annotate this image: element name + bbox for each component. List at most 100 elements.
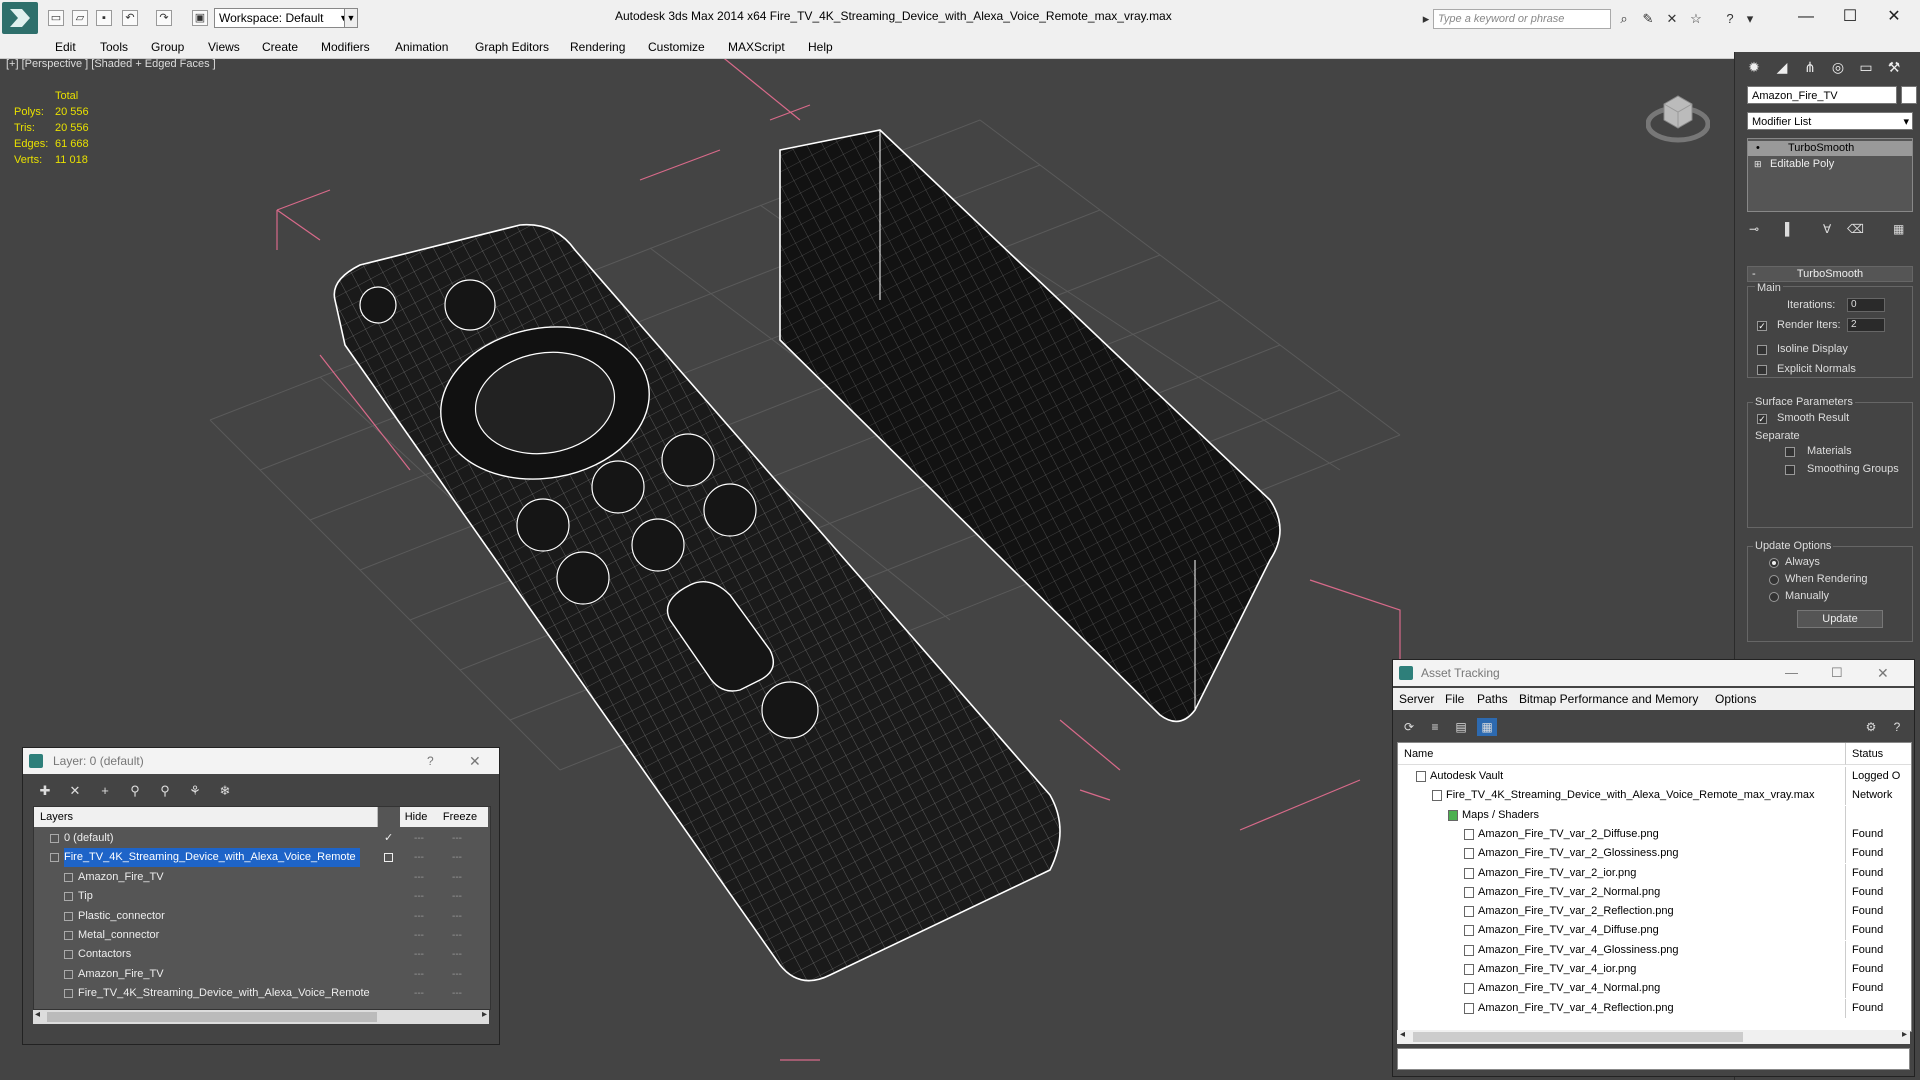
- layer-row[interactable]: Contactors --- ---: [34, 945, 488, 964]
- stack-item-editable-poly[interactable]: ⊞ Editable Poly: [1748, 157, 1912, 172]
- menu-group[interactable]: Group: [151, 40, 184, 54]
- hide-toggle[interactable]: ---: [412, 945, 426, 964]
- freeze-toggle[interactable]: ---: [450, 984, 464, 1003]
- asset-row[interactable]: Amazon_Fire_TV_var_2_ior.png Found: [1398, 863, 1911, 883]
- hide-toggle[interactable]: ---: [412, 887, 426, 906]
- show-end-result-icon[interactable]: ▌: [1785, 222, 1794, 236]
- asset-dialog-titlebar[interactable]: Asset Tracking — ☐ ✕: [1393, 660, 1914, 686]
- asset-menu-paths[interactable]: Paths: [1477, 692, 1508, 706]
- asset-row[interactable]: Amazon_Fire_TV_var_2_Reflection.png Found: [1398, 902, 1911, 922]
- hide-toggle[interactable]: ---: [412, 829, 426, 848]
- render-iters-checkbox[interactable]: ✓: [1757, 321, 1767, 331]
- close-icon[interactable]: ✕: [1877, 660, 1889, 686]
- object-color-swatch[interactable]: [1901, 86, 1917, 104]
- display-tab-icon[interactable]: ▭: [1853, 56, 1879, 78]
- layer-row[interactable]: 0 (default) ✓ --- ---: [34, 829, 488, 848]
- close-icon[interactable]: ✕: [469, 748, 481, 774]
- hide-toggle[interactable]: ---: [412, 984, 426, 1003]
- freeze-all-layers-icon[interactable]: ❄: [215, 782, 235, 800]
- viewport-label-menu[interactable]: [+] [Perspective ] [Shaded + Edged Faces…: [6, 58, 216, 70]
- help-dropdown-icon[interactable]: ▾: [1742, 11, 1758, 27]
- menu-edit[interactable]: Edit: [55, 40, 76, 54]
- utilities-tab-icon[interactable]: ⚒: [1881, 56, 1907, 78]
- asset-row[interactable]: Amazon_Fire_TV_var_4_Reflection.png Found: [1398, 998, 1911, 1018]
- layer-row[interactable]: Plastic_connector --- ---: [34, 907, 488, 926]
- scroll-right-icon[interactable]: ▸: [1902, 1029, 1907, 1040]
- asset-row[interactable]: Amazon_Fire_TV_var_4_ior.png Found: [1398, 960, 1911, 979]
- freeze-toggle[interactable]: ---: [450, 829, 464, 848]
- viewcube-icon[interactable]: [1645, 84, 1711, 148]
- make-current-checkbox[interactable]: [384, 853, 393, 863]
- hide-toggle[interactable]: ---: [412, 848, 426, 867]
- always-radio[interactable]: [1769, 558, 1779, 568]
- scroll-left-icon[interactable]: ◂: [1400, 1029, 1405, 1040]
- menu-animation[interactable]: Animation: [395, 40, 448, 54]
- hide-toggle[interactable]: ---: [412, 868, 426, 887]
- workspace-dropdown[interactable]: Workspace: Default▼: [214, 8, 352, 28]
- freeze-toggle[interactable]: ---: [450, 907, 464, 926]
- redo-icon[interactable]: ↷: [156, 10, 172, 26]
- layer-row[interactable]: Amazon_Fire_TV --- ---: [34, 965, 488, 984]
- scroll-left-icon[interactable]: ◂: [35, 1009, 40, 1020]
- undo-icon[interactable]: ↶: [122, 10, 138, 26]
- turbosmooth-rollout-header[interactable]: - TurboSmooth: [1747, 266, 1913, 282]
- menu-create[interactable]: Create: [262, 40, 298, 54]
- isoline-display-checkbox[interactable]: [1757, 345, 1767, 355]
- menu-tools[interactable]: Tools: [100, 40, 128, 54]
- help-icon[interactable]: ?: [427, 748, 434, 774]
- asset-row[interactable]: Amazon_Fire_TV_var_2_Glossiness.png Found: [1398, 844, 1911, 864]
- menu-graph-editors[interactable]: Graph Editors: [475, 40, 549, 54]
- layer-row[interactable]: Amazon_Fire_TV --- ---: [34, 868, 488, 887]
- freeze-toggle[interactable]: ---: [450, 887, 464, 906]
- freeze-toggle[interactable]: ---: [450, 965, 464, 984]
- asset-menu-file[interactable]: File: [1445, 692, 1464, 706]
- communication-icon[interactable]: ✕: [1664, 11, 1680, 27]
- asset-row[interactable]: Maps / Shaders: [1398, 805, 1911, 825]
- menu-rendering[interactable]: Rendering: [570, 40, 625, 54]
- asset-row[interactable]: Amazon_Fire_TV_var_4_Normal.png Found: [1398, 979, 1911, 999]
- make-unique-icon[interactable]: ∀: [1823, 222, 1831, 236]
- binoculars-icon[interactable]: ⌕: [1616, 11, 1632, 27]
- add-to-layer-icon[interactable]: +: [95, 782, 115, 800]
- menu-help[interactable]: Help: [808, 40, 833, 54]
- help-icon[interactable]: ?: [1722, 11, 1738, 27]
- new-layer-icon[interactable]: ✚: [35, 782, 55, 800]
- object-name-field[interactable]: Amazon_Fire_TV: [1747, 86, 1897, 104]
- maximize-icon[interactable]: ☐: [1831, 660, 1843, 686]
- stack-item-turbosmooth[interactable]: • TurboSmooth: [1748, 141, 1912, 156]
- iterations-spinner[interactable]: 0: [1847, 298, 1885, 312]
- pin-stack-icon[interactable]: ⊸: [1749, 222, 1759, 236]
- layer-row[interactable]: Fire_TV_4K_Streaming_Device_with_Alexa_V…: [34, 984, 488, 1003]
- hide-toggle[interactable]: ---: [412, 926, 426, 945]
- layer-dialog-titlebar[interactable]: Layer: 0 (default) ? ✕: [23, 748, 499, 774]
- scrollbar-thumb[interactable]: [47, 1012, 377, 1022]
- asset-menu-options[interactable]: Options: [1715, 692, 1756, 706]
- freeze-toggle[interactable]: ---: [450, 926, 464, 945]
- manually-radio[interactable]: [1769, 592, 1779, 602]
- menu-customize[interactable]: Customize: [648, 40, 705, 54]
- update-button[interactable]: Update: [1797, 610, 1883, 628]
- lightbulb-icon[interactable]: •: [1756, 141, 1760, 156]
- asset-menu-server[interactable]: Server: [1399, 692, 1434, 706]
- asset-horizontal-scrollbar[interactable]: ◂ ▸: [1397, 1029, 1910, 1044]
- minimize-icon[interactable]: —: [1785, 660, 1798, 686]
- delete-layer-icon[interactable]: ✕: [65, 782, 85, 800]
- quick-access-dropdown[interactable]: ▼: [344, 8, 358, 28]
- smoothing-groups-checkbox[interactable]: [1785, 465, 1795, 475]
- asset-row[interactable]: Amazon_Fire_TV_var_2_Normal.png Found: [1398, 882, 1911, 902]
- asset-path-field[interactable]: [1397, 1048, 1910, 1070]
- maximize-button[interactable]: ☐: [1828, 4, 1872, 30]
- when-rendering-radio[interactable]: [1769, 575, 1779, 585]
- freeze-column-header[interactable]: Freeze: [432, 807, 488, 827]
- menu-maxscript[interactable]: MAXScript: [728, 40, 785, 54]
- select-objects-icon[interactable]: ⚲: [125, 782, 145, 800]
- create-tab-icon[interactable]: ✹: [1741, 56, 1767, 78]
- close-button[interactable]: ✕: [1872, 4, 1916, 30]
- highlight-layer-icon[interactable]: ⚲: [155, 782, 175, 800]
- hide-toggle[interactable]: ---: [412, 907, 426, 926]
- layers-horizontal-scrollbar[interactable]: ◂ ▸: [33, 1009, 489, 1024]
- hide-all-layers-icon[interactable]: ⚘: [185, 782, 205, 800]
- detail-view-icon[interactable]: ▤: [1451, 718, 1471, 736]
- hide-column-header[interactable]: Hide: [400, 807, 433, 827]
- asset-row[interactable]: Fire_TV_4K_Streaming_Device_with_Alexa_V…: [1398, 786, 1911, 806]
